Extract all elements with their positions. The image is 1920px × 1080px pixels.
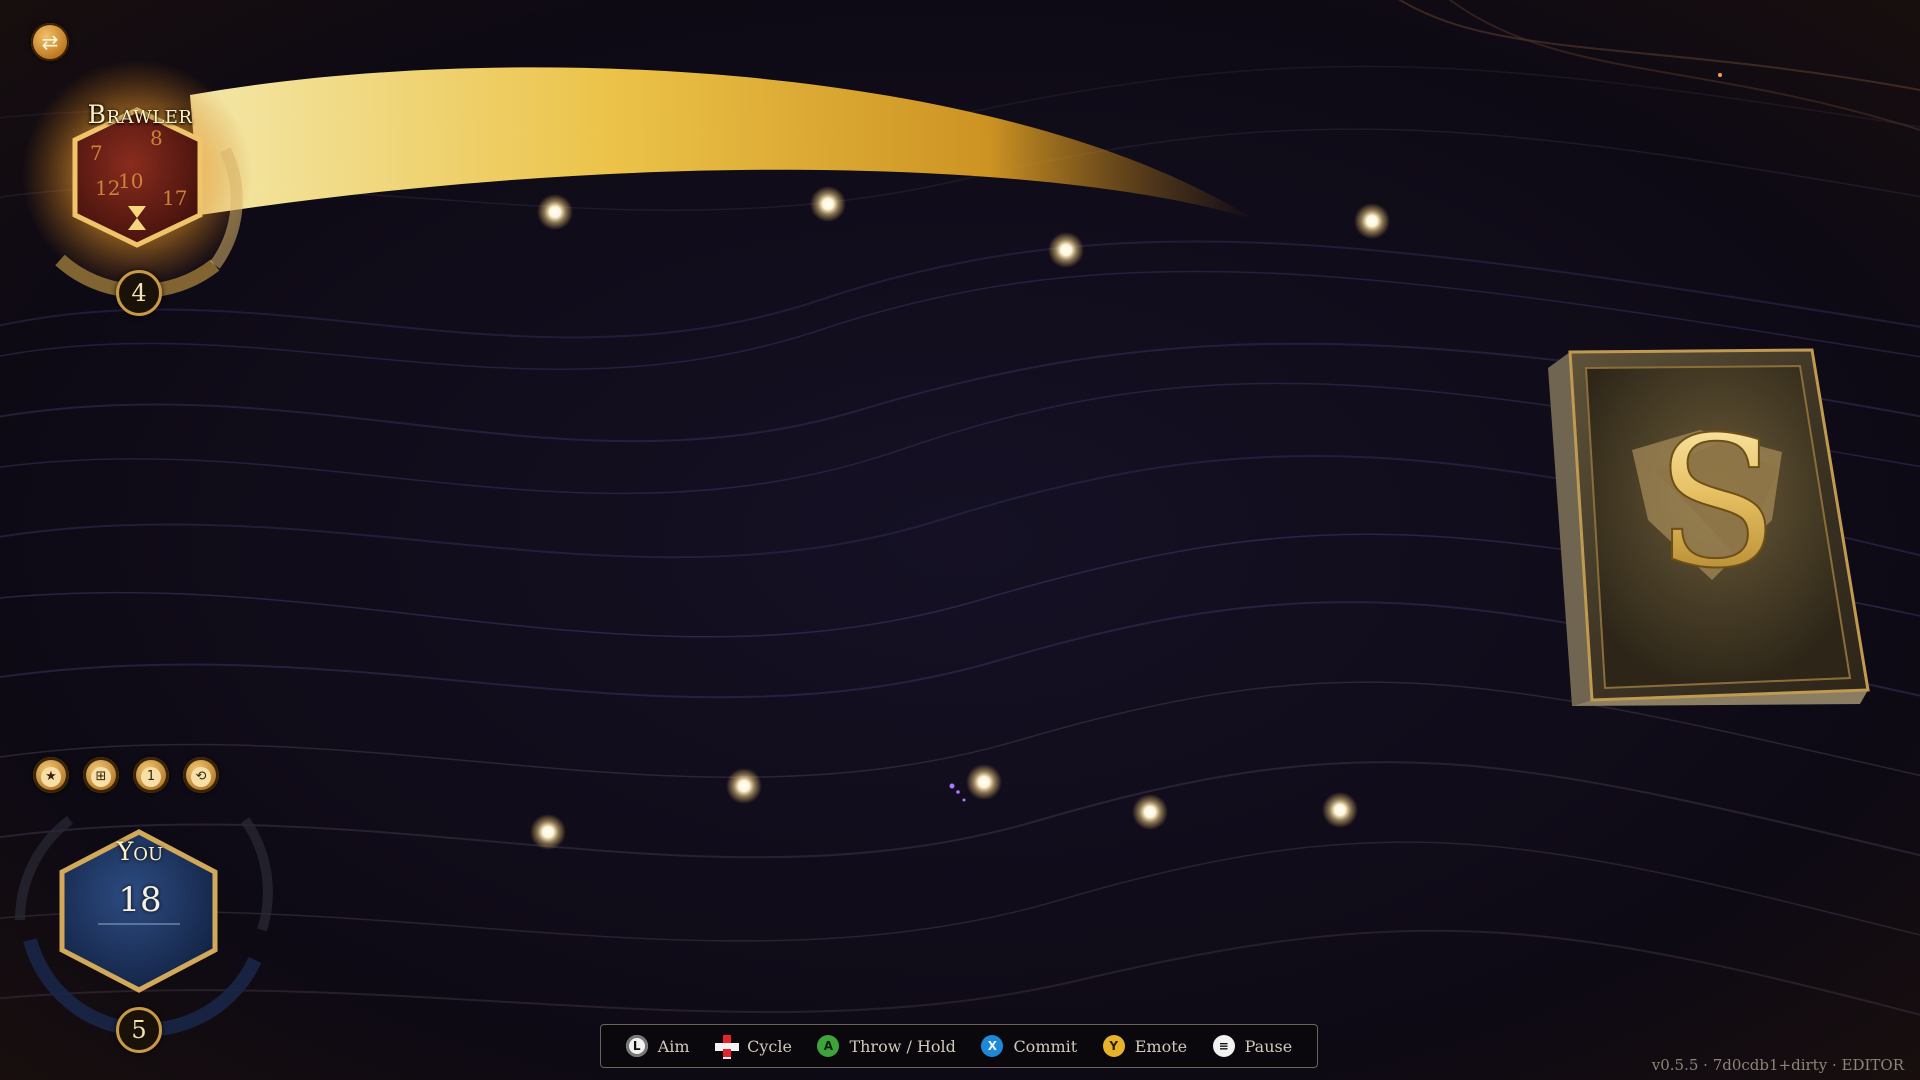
control-label: Throw / Hold xyxy=(849,1036,956,1056)
control-throw-hold: A Throw / Hold xyxy=(817,1035,956,1057)
dpad-icon xyxy=(715,1035,740,1059)
y-button-icon: Y xyxy=(1102,1035,1125,1057)
deck-letter: S xyxy=(1655,399,1778,608)
opponent-name: Brawler xyxy=(87,100,193,129)
player-hp: 18 xyxy=(118,880,162,920)
control-label: Emote xyxy=(1134,1036,1188,1056)
control-label: Pause xyxy=(1244,1036,1293,1056)
grid-icon[interactable]: ⊞ xyxy=(83,757,119,793)
x-button-icon: X xyxy=(981,1035,1004,1057)
a-button-icon: A xyxy=(817,1035,840,1057)
control-aim: L Aim xyxy=(625,1035,690,1057)
undo-icon[interactable]: ⟲ xyxy=(183,757,219,793)
control-pause: ≡ Pause xyxy=(1212,1035,1293,1057)
player-dice-count: 5 xyxy=(116,1007,162,1053)
control-cycle: Cycle xyxy=(715,1035,792,1059)
control-commit: X Commit xyxy=(981,1035,1077,1057)
control-hints-bar: L Aim Cycle A Throw / Hold X Commit Y Em… xyxy=(600,1024,1318,1068)
left-stick-icon: L xyxy=(625,1035,648,1057)
opponent-dice-count: 4 xyxy=(116,270,162,316)
star-icon[interactable]: ★ xyxy=(33,757,69,793)
version-label: v0.5.5 · 7d0cdb1+dirty · EDITOR xyxy=(1651,1056,1904,1074)
control-label: Commit xyxy=(1013,1036,1078,1056)
swap-icon[interactable]: ⇄ xyxy=(31,23,69,61)
info-icon[interactable]: 1 xyxy=(133,757,169,793)
control-emote: Y Emote xyxy=(1102,1035,1188,1057)
spell-deck[interactable]: S xyxy=(1548,348,1870,706)
menu-button-icon: ≡ xyxy=(1212,1035,1235,1057)
opponent-panel: ⇄ Brawler 4 xyxy=(0,0,300,320)
control-label: Aim xyxy=(657,1036,690,1056)
control-label: Cycle xyxy=(747,1036,792,1056)
player-name: You xyxy=(116,837,164,866)
